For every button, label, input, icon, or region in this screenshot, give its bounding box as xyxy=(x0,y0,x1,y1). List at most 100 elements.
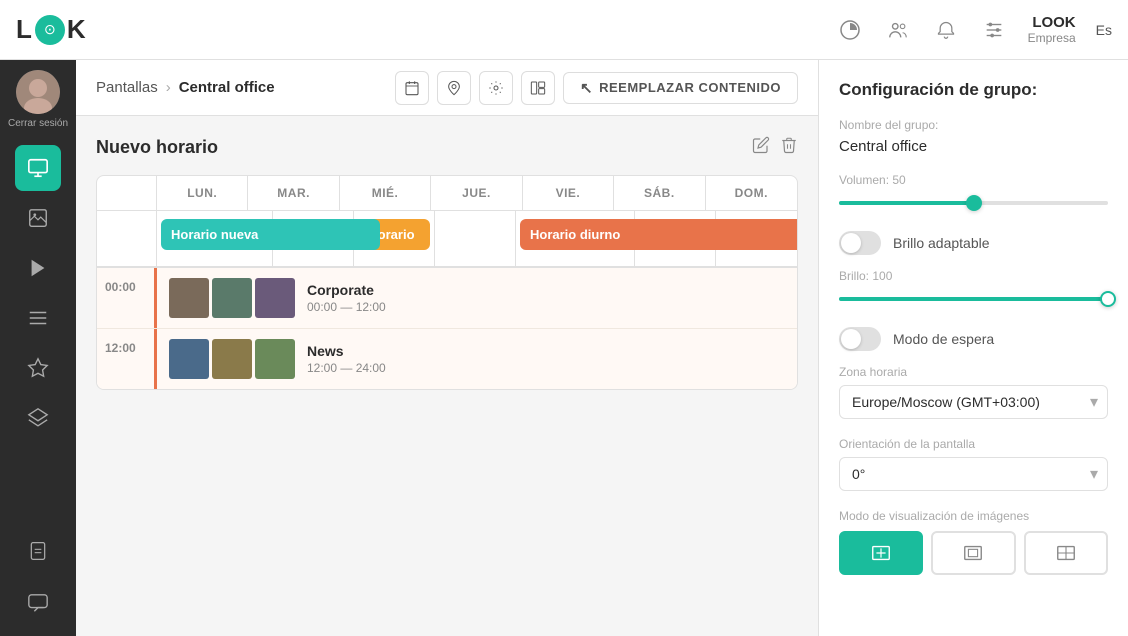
orientation-select[interactable]: 0° xyxy=(839,457,1108,491)
day-mon: LUN. xyxy=(157,176,248,210)
schedule-item-news: 12:00 News 12:00 — 24:00 xyxy=(97,329,797,389)
sidebar-item-list[interactable] xyxy=(15,295,61,341)
location-toolbar-btn[interactable] xyxy=(437,71,471,105)
item-thumbnails-news xyxy=(169,339,295,379)
orientation-select-wrapper: 0° ▾ xyxy=(839,457,1108,491)
item-name-news: News xyxy=(307,343,785,359)
day-tue: MAR. xyxy=(248,176,339,210)
sidebar-item-star[interactable] xyxy=(15,345,61,391)
sidebar: Cerrar sesión xyxy=(0,60,76,636)
gear-toolbar-btn[interactable] xyxy=(479,71,513,105)
user-info: LOOK Empresa xyxy=(1028,14,1076,45)
content-header: Pantallas › Central office ↖ xyxy=(76,60,818,116)
slot-thu xyxy=(435,211,516,266)
cursor-icon: ↖ xyxy=(580,79,593,97)
logo-text-k: K xyxy=(67,14,87,45)
volume-label: Volumen: 50 xyxy=(839,173,1108,187)
group-name-field: Nombre del grupo: Central office xyxy=(839,118,1108,155)
standby-label: Modo de espera xyxy=(893,331,994,347)
sidebar-item-chat[interactable] xyxy=(15,580,61,626)
user-sub: Empresa xyxy=(1028,31,1076,45)
timezone-select[interactable]: Europe/Moscow (GMT+03:00) xyxy=(839,385,1108,419)
user-name: LOOK xyxy=(1032,14,1075,31)
standby-toggle[interactable] xyxy=(839,327,881,351)
schedule-items: 00:00 Corporate 00:00 — 12:00 xyxy=(97,267,797,389)
sidebar-item-image[interactable] xyxy=(15,195,61,241)
edit-schedule-button[interactable] xyxy=(752,136,770,159)
avatar xyxy=(16,70,60,114)
item-time-news: 12:00 xyxy=(97,329,157,389)
slot-fri: Horario diurno xyxy=(516,211,635,266)
schedule-content: Nuevo horario LUN. MAR. MIÉ. xyxy=(76,116,818,636)
thumb-4 xyxy=(169,339,209,379)
day-thu: JUE. xyxy=(431,176,522,210)
brightness-adaptive-toggle[interactable] xyxy=(839,231,881,255)
layout-toolbar-btn[interactable] xyxy=(521,71,555,105)
standby-toggle-row: Modo de espera xyxy=(839,327,1108,351)
logo-text-l: L xyxy=(16,14,33,45)
replace-content-button[interactable]: ↖ REEMPLAZAR CONTENIDO xyxy=(563,72,798,104)
group-name-value: Central office xyxy=(839,138,1108,155)
days-spacer xyxy=(97,176,157,210)
breadcrumb: Pantallas › Central office xyxy=(96,79,385,96)
volume-field: Volumen: 50 xyxy=(839,173,1108,213)
brightness-slider[interactable] xyxy=(839,289,1108,309)
block-horario-nueva[interactable]: Horario nueva xyxy=(161,219,380,250)
image-mode-row xyxy=(839,531,1108,575)
signout-label[interactable]: Cerrar sesión xyxy=(8,118,68,129)
item-content-news: News 12:00 — 24:00 xyxy=(157,329,797,389)
item-info-news: News 12:00 — 24:00 xyxy=(307,343,785,375)
item-timerange-news: 12:00 — 24:00 xyxy=(307,361,785,375)
block-horario-diurno[interactable]: Horario diurno xyxy=(520,219,798,250)
brightness-label: Brillo: 100 xyxy=(839,269,1108,283)
content-area: Pantallas › Central office ↖ xyxy=(76,60,818,636)
image-mode-field: Modo de visualización de imágenes xyxy=(839,509,1108,575)
sidebar-item-layers[interactable] xyxy=(15,395,61,441)
breadcrumb-parent[interactable]: Pantallas xyxy=(96,79,158,96)
schedule-actions xyxy=(752,136,798,159)
timezone-select-wrapper: Europe/Moscow (GMT+03:00) ▾ xyxy=(839,385,1108,419)
timezone-label: Zona horaria xyxy=(839,365,1108,379)
sliders-icon[interactable] xyxy=(980,16,1008,44)
image-mode-stretch-btn[interactable] xyxy=(1024,531,1108,575)
bell-icon[interactable] xyxy=(932,16,960,44)
image-mode-fit-btn[interactable] xyxy=(839,531,923,575)
timezone-field: Zona horaria Europe/Moscow (GMT+03:00) ▾ xyxy=(839,365,1108,419)
lang-button[interactable]: Es xyxy=(1096,22,1112,38)
breadcrumb-current: Central office xyxy=(179,79,275,96)
schedule-table: LUN. MAR. MIÉ. JUE. VIE. SÁB. DOM. Horar… xyxy=(96,175,798,390)
sidebar-item-video[interactable] xyxy=(15,245,61,291)
delete-schedule-button[interactable] xyxy=(780,136,798,159)
item-name-corporate: Corporate xyxy=(307,282,785,298)
thumb-5 xyxy=(212,339,252,379)
logo: L ⊙ K xyxy=(16,14,87,45)
orientation-field: Orientación de la pantalla 0° ▾ xyxy=(839,437,1108,491)
image-mode-label: Modo de visualización de imágenes xyxy=(839,509,1108,523)
brightness-adaptive-label: Brillo adaptable xyxy=(893,235,990,251)
schedule-header: Nuevo horario xyxy=(96,136,798,159)
chart-icon[interactable] xyxy=(836,16,864,44)
schedule-title: Nuevo horario xyxy=(96,137,218,158)
volume-slider[interactable] xyxy=(839,193,1108,213)
navbar-right: LOOK Empresa Es xyxy=(836,14,1112,45)
navbar: L ⊙ K LOOK Empresa Es xyxy=(0,0,1128,60)
sidebar-item-doc[interactable] xyxy=(15,528,61,574)
thumb-6 xyxy=(255,339,295,379)
thumb-3 xyxy=(255,278,295,318)
day-sat: SÁB. xyxy=(614,176,705,210)
image-mode-fill-btn[interactable] xyxy=(931,531,1015,575)
thumb-1 xyxy=(169,278,209,318)
item-info-corporate: Corporate 00:00 — 12:00 xyxy=(307,282,785,314)
day-wed: MIÉ. xyxy=(340,176,431,210)
users-icon[interactable] xyxy=(884,16,912,44)
sidebar-item-screen[interactable] xyxy=(15,145,61,191)
slot-spacer xyxy=(97,211,157,266)
brightness-adaptive-toggle-row: Brillo adaptable xyxy=(839,231,1108,255)
orientation-label: Orientación de la pantalla xyxy=(839,437,1108,451)
item-timerange-corporate: 00:00 — 12:00 xyxy=(307,300,785,314)
header-toolbar: ↖ REEMPLAZAR CONTENIDO xyxy=(395,71,798,105)
calendar-toolbar-btn[interactable] xyxy=(395,71,429,105)
item-thumbnails-corporate xyxy=(169,278,295,318)
day-fri: VIE. xyxy=(523,176,614,210)
brightness-field: Brillo: 100 xyxy=(839,269,1108,309)
